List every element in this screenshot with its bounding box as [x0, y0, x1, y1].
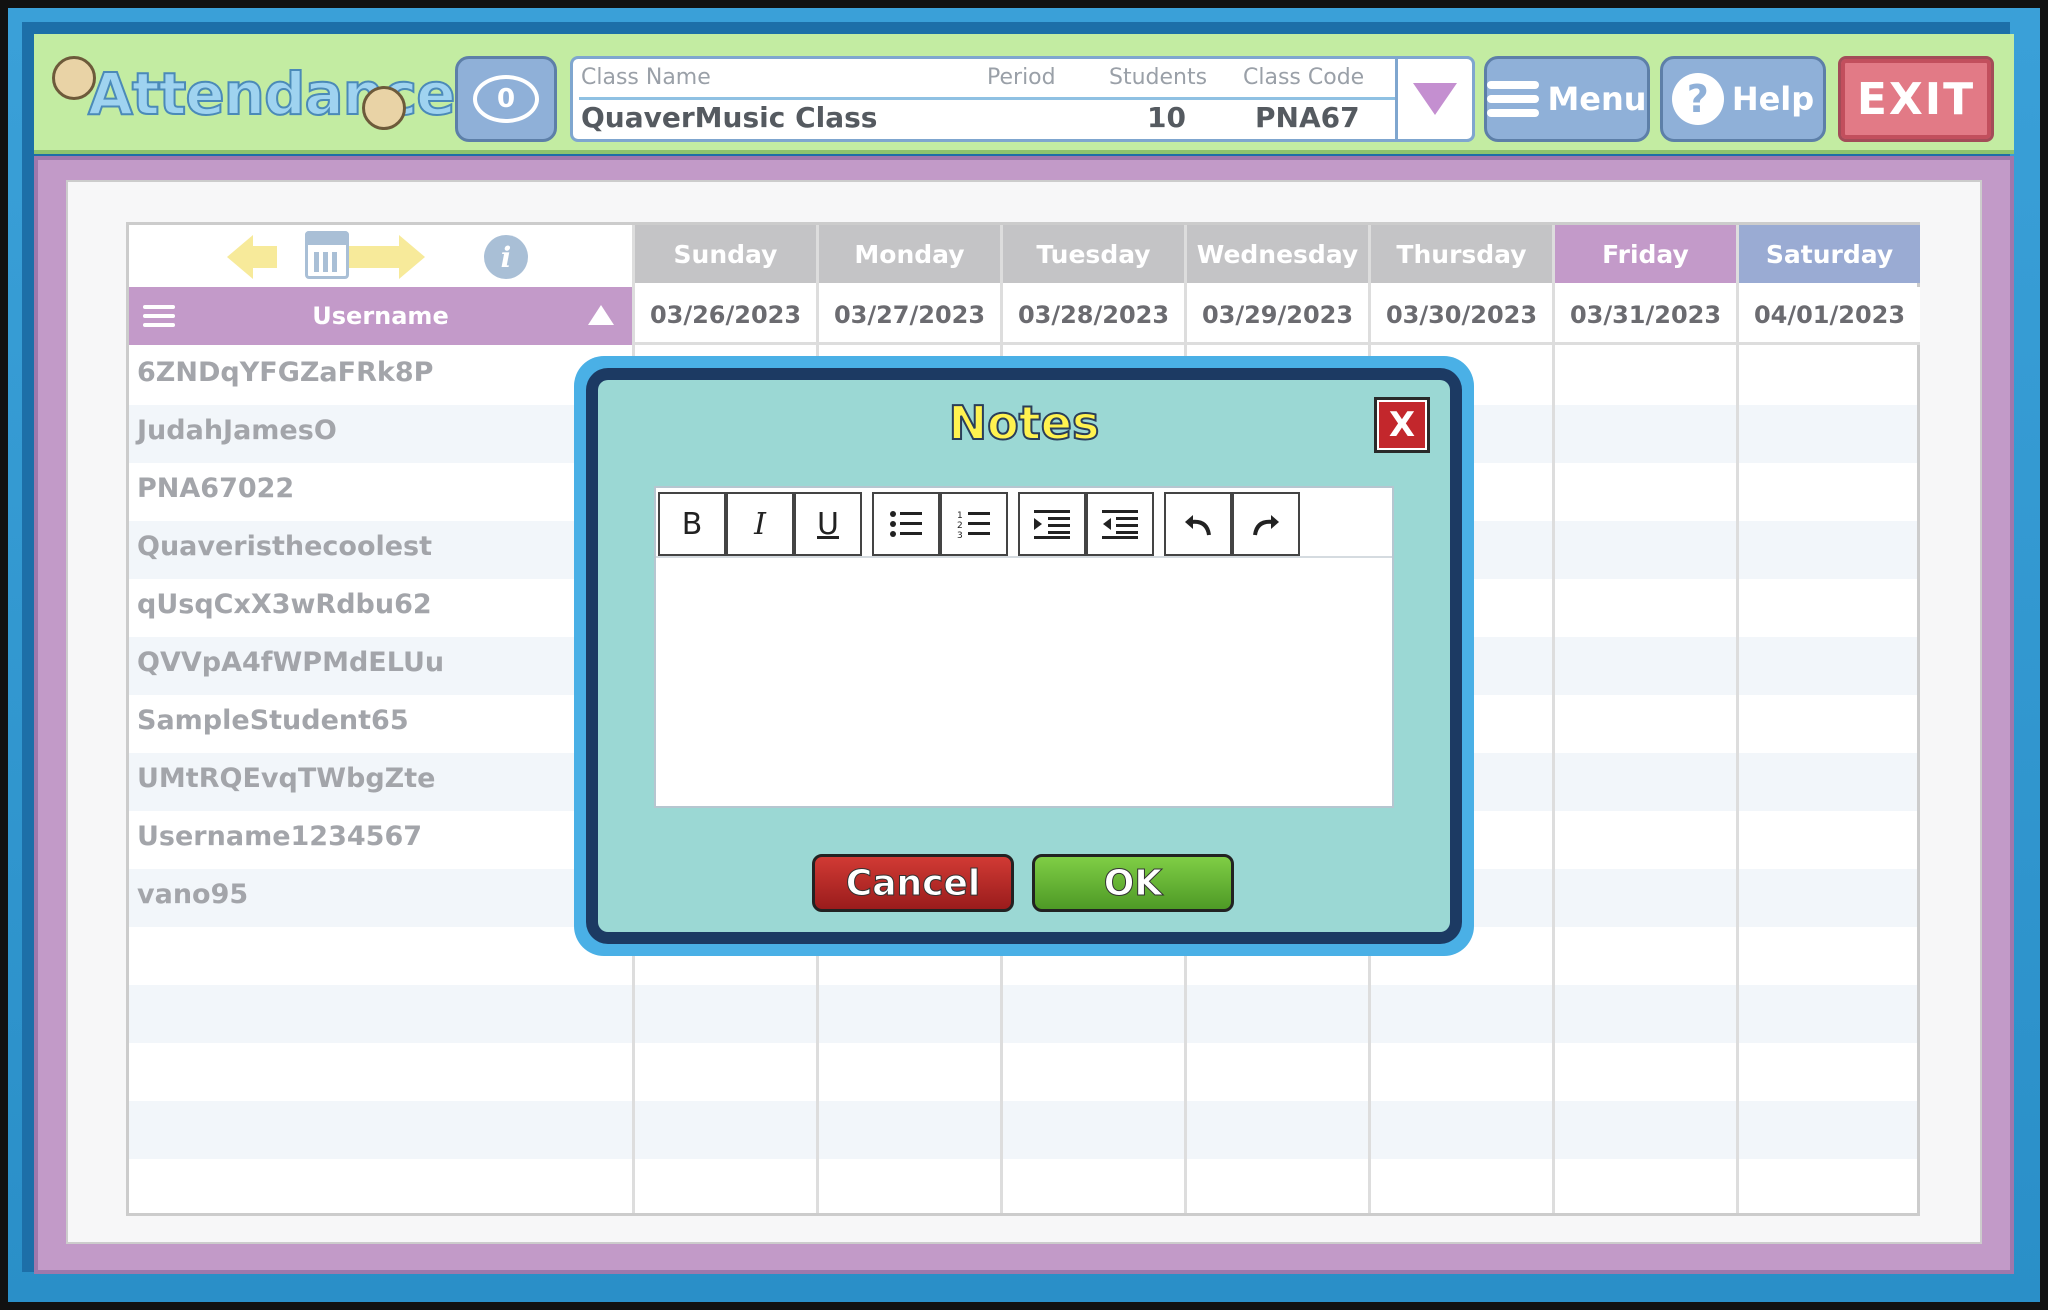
- indent-icon: [1034, 510, 1070, 539]
- cancel-button[interactable]: Cancel: [812, 854, 1014, 912]
- svg-text:1: 1: [957, 511, 963, 521]
- svg-text:3: 3: [957, 531, 963, 539]
- cancel-label: Cancel: [845, 862, 981, 904]
- close-button[interactable]: X: [1374, 397, 1430, 453]
- numbered-list-button[interactable]: 123: [940, 492, 1008, 556]
- close-label: X: [1388, 405, 1416, 445]
- bullet-list-icon: [890, 511, 922, 537]
- editor-toolbar: B I U 123: [656, 488, 1392, 558]
- bold-button[interactable]: B: [658, 492, 726, 556]
- undo-icon: [1185, 515, 1211, 536]
- underline-button[interactable]: U: [794, 492, 862, 556]
- ok-label: OK: [1103, 862, 1163, 904]
- underline-label: U: [817, 506, 839, 542]
- notes-editor: B I U 123: [654, 486, 1394, 808]
- outdent-icon: [1102, 510, 1138, 539]
- bullet-list-button[interactable]: [872, 492, 940, 556]
- bold-label: B: [681, 506, 703, 542]
- notes-text-area[interactable]: [656, 560, 1392, 806]
- notes-dialog: Notes X B I U 123 Cancel OK: [598, 380, 1450, 932]
- numbered-list-icon: 123: [957, 511, 990, 539]
- dialog-title: Notes: [948, 395, 1101, 451]
- italic-button[interactable]: I: [726, 492, 794, 556]
- redo-button[interactable]: [1232, 492, 1300, 556]
- redo-icon: [1253, 515, 1279, 536]
- svg-text:2: 2: [957, 521, 963, 531]
- ok-button[interactable]: OK: [1032, 854, 1234, 912]
- italic-label: I: [754, 506, 766, 542]
- undo-button[interactable]: [1164, 492, 1232, 556]
- outdent-button[interactable]: [1086, 492, 1154, 556]
- indent-button[interactable]: [1018, 492, 1086, 556]
